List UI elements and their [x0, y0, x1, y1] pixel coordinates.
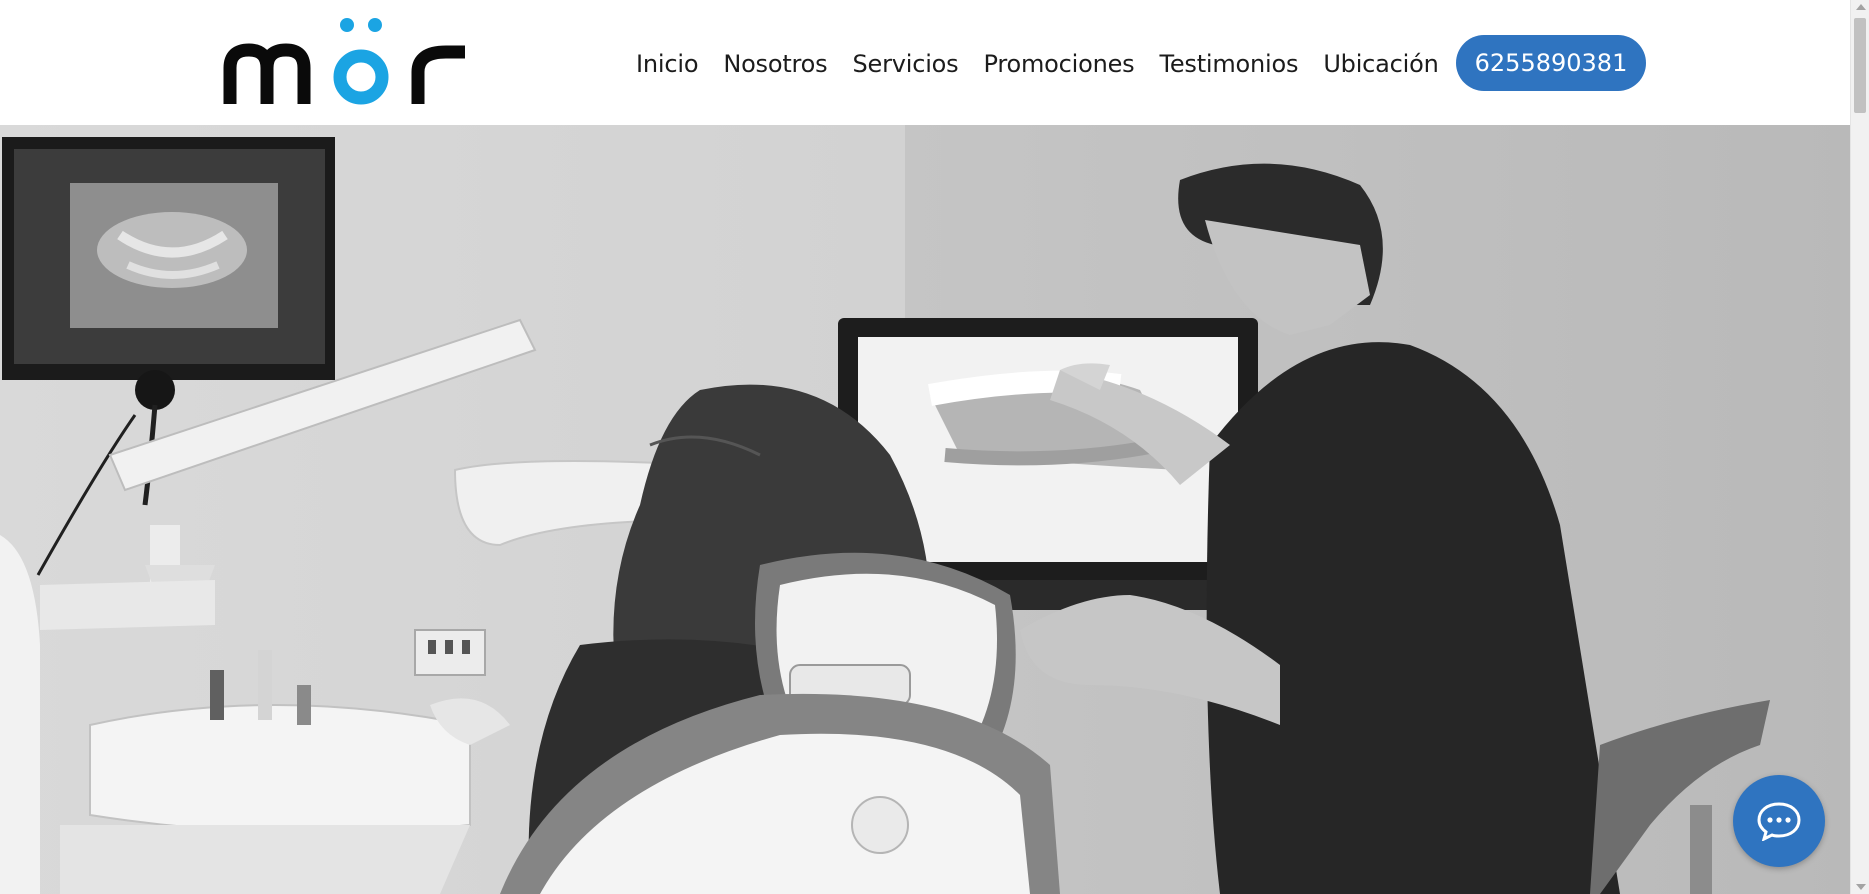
- scroll-up-arrow-icon[interactable]: [1856, 4, 1866, 10]
- nav-testimonios[interactable]: Testimonios: [1159, 50, 1298, 78]
- hero-photo: [0, 125, 1850, 894]
- phone-button[interactable]: 6255890381: [1456, 35, 1646, 91]
- mor-logo[interactable]: [222, 16, 482, 108]
- main-nav: Inicio Nosotros Servicios Promociones Te…: [636, 36, 1464, 91]
- page: Inicio Nosotros Servicios Promociones Te…: [0, 0, 1850, 894]
- nav-servicios[interactable]: Servicios: [852, 50, 958, 78]
- hero-image: [0, 125, 1850, 894]
- nav-ubicacion[interactable]: Ubicación: [1323, 50, 1439, 78]
- vertical-scrollbar[interactable]: [1850, 0, 1869, 894]
- chat-button[interactable]: [1733, 775, 1825, 867]
- scroll-down-arrow-icon[interactable]: [1856, 884, 1866, 890]
- scrollbar-thumb[interactable]: [1854, 18, 1866, 113]
- nav-nosotros[interactable]: Nosotros: [723, 50, 827, 78]
- nav-inicio[interactable]: Inicio: [636, 50, 699, 78]
- chat-bubble-icon: [1757, 802, 1801, 841]
- site-header: Inicio Nosotros Servicios Promociones Te…: [0, 0, 1850, 125]
- nav-promociones[interactable]: Promociones: [983, 50, 1134, 78]
